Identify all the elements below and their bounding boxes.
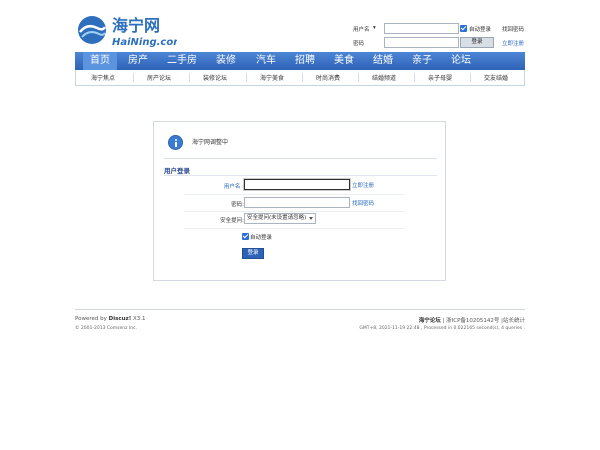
footer-links: 海宁论坛 | 浙ICP备10205142号 |站长统计 [419,316,525,324]
username-row: 用户名 : 立即注册 [184,179,409,193]
top-username-label: 用户名 [353,27,370,33]
subnav-item-food[interactable]: 海宁美食 [260,73,284,82]
subnav-item-wedding-channel[interactable]: 结婚频道 [372,73,396,82]
username-caret-icon[interactable]: ▾ [373,25,376,31]
powered-prefix: Powered by [75,316,107,322]
footer-meta: GMT+8, 2021-11-19 22:48 , Processed in 0… [359,326,525,331]
nav-item-food[interactable]: 美食 [328,52,360,70]
login-title: 用户登录 [164,167,190,175]
powered-version: X3.1 [133,316,146,322]
top-auto-login-checkbox[interactable] [460,25,467,32]
top-login-button[interactable]: 登录 [460,37,494,48]
row-divider [184,194,404,195]
subnav-divider [189,73,190,82]
top-username-input[interactable] [384,23,459,34]
info-icon [168,135,183,150]
subnav-item-parenting[interactable]: 亲子母婴 [428,73,452,82]
panel-title-divider [164,175,437,176]
icp-text[interactable]: | 浙ICP备10205142号 |站长统计 [443,318,525,324]
top-find-password-link[interactable]: 找回密码 [502,25,524,33]
row-divider [184,211,404,212]
subnav-divider [133,73,134,82]
logo-cn-text: 海宁网 [112,16,160,35]
username-label: 用户名 : [223,184,244,190]
subnav-item-realestate-forum[interactable]: 房产论坛 [147,73,171,82]
powered-by: Powered by Discuz! X3.1 [75,316,146,322]
nav-item-parenting[interactable]: 亲子 [406,52,438,70]
row-divider [184,228,404,229]
security-label: 安全提问: [220,218,244,224]
password-row: 密码: 找回密码 [184,197,409,211]
logo-en-text: HaiNing.com [112,37,177,48]
nav-item-wedding[interactable]: 结婚 [367,52,399,70]
powered-link[interactable]: Discuz! [109,316,132,322]
subnav-item-decoration-forum[interactable]: 装修论坛 [203,73,227,82]
notice-text: 海宁网调整中 [192,139,229,146]
top-login-username-row: 用户名 ▾ 自动登录 找回密码 [353,23,533,34]
subnav-item-fashion[interactable]: 时尚消费 [316,73,340,82]
top-auto-login-label: 自动登录 [469,27,492,33]
panel-divider [164,158,437,159]
password-input[interactable] [244,197,350,208]
top-login-password-row: 密码 登录 立即注册 [353,37,533,48]
subnav-item-dating[interactable]: 交友结婚 [484,73,508,82]
main-nav: 首页 房产 二手房 装修 汽车 招聘 美食 结婚 亲子 论坛 [75,52,525,70]
subnav-divider [358,73,359,82]
auto-login-checkbox[interactable] [242,233,249,240]
auto-login-label: 自动登录 [250,235,273,241]
top-password-input[interactable] [384,37,459,48]
login-button[interactable]: 登录 [242,248,264,259]
site-logo[interactable]: 海宁网 HaiNing.com [77,15,177,49]
security-select-value: 安全提问(未设置请忽略) [247,215,307,221]
security-question-select[interactable]: 安全提问(未设置请忽略) [244,213,316,224]
top-register-link[interactable]: 立即注册 [502,39,524,47]
copyright: © 2001-2013 Comsenz Inc. [75,326,138,331]
subnav-divider [470,73,471,82]
subnav-divider [246,73,247,82]
logo-wave-icon: 海宁网 HaiNing.com [78,16,177,48]
subnav-item-focus[interactable]: 海宁焦点 [91,73,115,82]
nav-item-auto[interactable]: 汽车 [250,52,282,70]
top-password-label: 密码 [353,41,365,47]
login-panel: 海宁网调整中 用户登录 用户名 : 立即注册 密码: 找回密码 安全提问: 安全… [153,121,446,281]
nav-item-decoration[interactable]: 装修 [210,52,242,70]
nav-item-secondhand[interactable]: 二手房 [162,52,202,70]
nav-item-forum[interactable]: 论坛 [445,52,477,70]
nav-item-home[interactable]: 首页 [83,52,117,70]
nav-item-realestate[interactable]: 房产 [122,52,154,70]
nav-item-jobs[interactable]: 招聘 [289,52,321,70]
password-label: 密码: [231,202,244,208]
register-link[interactable]: 立即注册 [352,181,374,189]
username-input[interactable] [244,179,350,190]
forum-name-link[interactable]: 海宁论坛 [419,318,441,324]
subnav-divider [414,73,415,82]
sub-nav: 海宁焦点 房产论坛 装修论坛 海宁美食 时尚消费 结婚频道 亲子母婴 交友结婚 [75,70,525,86]
security-row: 安全提问: 安全提问(未设置请忽略) [184,213,409,227]
find-password-link[interactable]: 找回密码 [352,199,374,207]
subnav-divider [302,73,303,82]
chevron-down-icon [309,217,313,220]
footer-divider [75,309,525,310]
